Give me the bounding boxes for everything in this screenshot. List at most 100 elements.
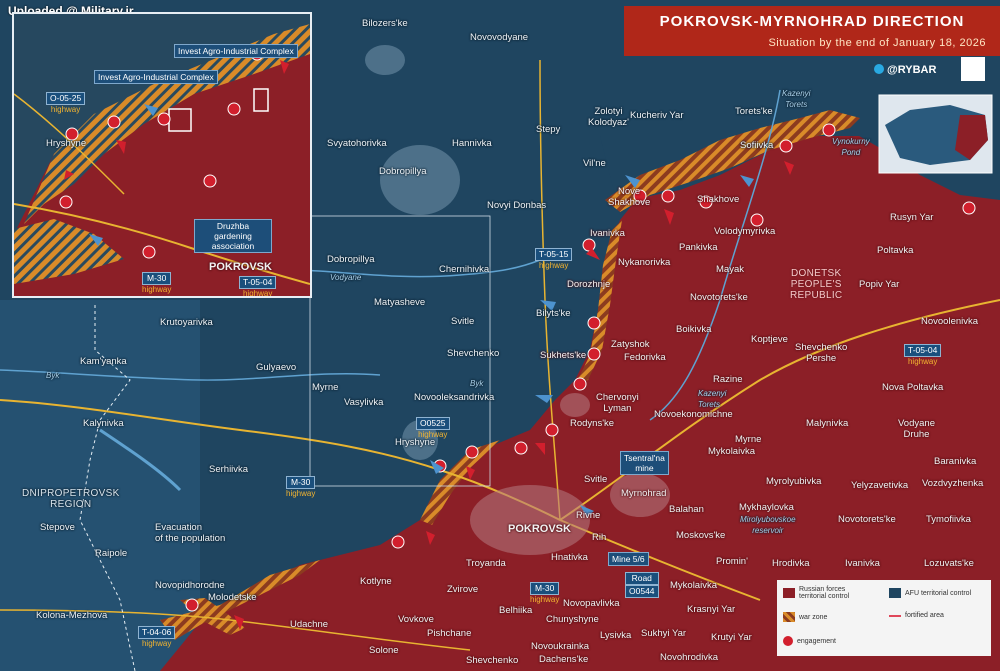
place-label: Dorozhnje (567, 279, 611, 290)
water-label: Byk (470, 379, 484, 388)
place-label: Rusyn Yar (890, 212, 934, 223)
place-label: Krutoyarivka (160, 317, 213, 328)
place-label: Vasylivka (344, 397, 384, 408)
legend-swatch (783, 588, 795, 598)
place-label: Novotorets'ke (838, 514, 896, 525)
place-label: Kam'yanka (80, 356, 127, 367)
legend-swatch (783, 612, 795, 622)
place-label: Zvirove (447, 584, 479, 595)
water-label: Vynokurny Pond (832, 137, 870, 157)
place-label: Hrodivka (772, 558, 810, 569)
highway-label: M-30 highway (530, 582, 560, 604)
engagement (587, 347, 601, 361)
water-label: Kazenyi Torets (698, 389, 727, 409)
legend-swatch (889, 588, 901, 598)
place-label: Fedorivka (624, 352, 666, 363)
place-label: Novoekonomichne (654, 409, 733, 420)
place-label: Volodymyrivka (714, 226, 776, 237)
place-label: Kucheriv Yar (630, 110, 684, 121)
place-label: Svyatohorivka (327, 138, 387, 149)
legend-label: Russian forces territorial control (799, 586, 850, 600)
water-label: Kazenyi Torets (782, 89, 811, 109)
place-label: Yelyzavetivka (851, 480, 909, 491)
highway-label: Road O0544 (625, 572, 659, 598)
place-label: Nove Shakhove (608, 186, 651, 208)
page-title: POKROVSK-MYRNOHRAD DIRECTION (659, 13, 965, 30)
legend-swatch (783, 636, 793, 646)
place-label: Baranivka (934, 456, 977, 467)
place-label: Vovkove (398, 614, 434, 625)
place-label: Matyasheve (374, 297, 426, 308)
place-label: Bilyts'ke (536, 308, 571, 319)
place-label: Koptjeve (751, 334, 788, 345)
place-label-pokrovsk: POKROVSK (508, 523, 571, 535)
legend-engagement: engagement (783, 636, 836, 646)
engagement (545, 423, 559, 437)
place-label: Solone (369, 645, 399, 656)
legend-swatch (889, 614, 901, 617)
place-label: Lozuvats'ke (924, 558, 974, 569)
legend-russian: Russian forces territorial control (783, 586, 849, 600)
place-label: Stepove (40, 522, 75, 533)
place-label: Raipole (95, 548, 128, 559)
place-label: Rodyns'ke (570, 418, 615, 429)
place-label: Udachne (290, 619, 329, 630)
title-banner: POKROVSK-MYRNOHRAD DIRECTION Situation b… (624, 6, 1000, 56)
place-label: Ivanivka (590, 228, 625, 239)
engagement (661, 189, 675, 203)
place-label: Novooleksandrivka (414, 392, 495, 403)
qr-code-icon (961, 57, 985, 81)
place-label: Chunyshyne (546, 614, 599, 625)
place-label: Molodetske (208, 592, 257, 603)
place-label: Nykanorivka (618, 257, 671, 268)
place-label: Novovodyane (470, 32, 529, 43)
place-label: Boikivka (676, 324, 712, 335)
engagement (573, 377, 587, 391)
water-label: Byk (46, 371, 60, 380)
engagement (582, 238, 596, 252)
place-label: Shevchenko (466, 655, 519, 666)
place-label: Troyanda (466, 558, 506, 569)
place-label: Chernihivka (439, 264, 490, 275)
place-label: Hnativka (551, 552, 588, 563)
place-label: Novopavlivka (563, 598, 620, 609)
label-invest-complex-2: Invest Agro-Industrial Complex (94, 70, 218, 84)
place-label: Vozdvyzhenka (922, 478, 984, 489)
place-label: Vodyane Druhe (898, 418, 935, 440)
brand-label: @RYBAR (887, 64, 937, 76)
highway-label: T-05-04 highway (904, 344, 942, 366)
place-label: Myrnohrad (621, 488, 667, 499)
inset-highway-m30-label: M-30 highway (142, 272, 172, 294)
place-label: Sukhets'ke (540, 350, 587, 361)
callout-tsentralna-mine: Tsentral'na mine (620, 451, 669, 475)
place-label: Rivne (576, 510, 601, 521)
place-label: Malynivka (806, 418, 849, 429)
telegram-icon (874, 64, 884, 74)
engagement (203, 174, 217, 188)
place-label: Krasnyi Yar (687, 604, 736, 615)
engagement (750, 213, 764, 227)
place-label: Zolotyi Kolodyaz' (588, 106, 629, 128)
place-label: Bilozers'ke (362, 18, 408, 29)
place-label: Vil'ne (583, 158, 606, 169)
legend-label: AFU territorial control (905, 589, 972, 597)
place-label: Moskovs'ke (676, 530, 726, 541)
engagement (142, 245, 156, 259)
town-bilozerske-area (365, 45, 405, 75)
place-label: Dobropillya (327, 254, 375, 265)
legend-fortified: fortified area (889, 612, 944, 619)
place-label: Svitle (451, 316, 475, 327)
engagement (962, 201, 976, 215)
place-label: Sukhyi Yar (641, 628, 687, 639)
legend-label: fortified area (905, 612, 944, 619)
water-label: Mirolyubovskoe reservoir (740, 515, 796, 535)
engagement (587, 316, 601, 330)
place-label: Promin' (716, 556, 748, 567)
place-label: Krutyi Yar (711, 632, 752, 643)
place-label: Mayak (716, 264, 744, 275)
place-label: Zatyshok (611, 339, 650, 350)
engagement (391, 535, 405, 549)
legend-label: war zone (799, 613, 828, 621)
place-label: Belhiika (499, 605, 533, 616)
callout-evacuation: Evacuation of the population (155, 522, 226, 544)
